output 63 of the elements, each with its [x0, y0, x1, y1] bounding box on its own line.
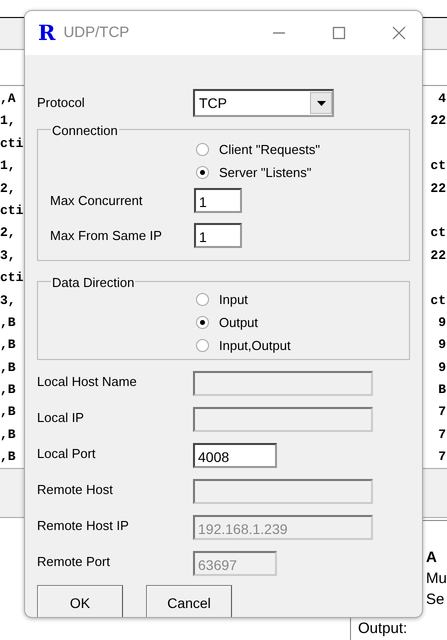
text-fragment: ct — [430, 292, 446, 310]
panel-text: Se — [425, 590, 446, 610]
cancel-button[interactable]: Cancel — [146, 585, 232, 617]
text-fragment: 7 — [438, 426, 446, 444]
field-label: Remote Port — [37, 553, 111, 571]
text-fragment: 1, — [0, 157, 16, 176]
text-fragment: 22 — [430, 180, 446, 198]
text-fragment: 4 — [438, 90, 446, 108]
field-label: Max From Same IP — [50, 226, 163, 245]
app-logo: R — [38, 19, 56, 48]
field-label: Protocol — [37, 94, 86, 112]
status-text: Output: — [357, 621, 408, 637]
radio-label[interactable]: Input,Output — [219, 336, 291, 356]
window-title: UDP/TCP — [63, 22, 130, 43]
text-fragment: 2, — [0, 180, 16, 198]
text-fragment: ,A — [0, 90, 16, 108]
radio-button[interactable] — [196, 339, 209, 352]
panel-text: Mu — [425, 569, 447, 589]
text-fragment: cti — [0, 202, 24, 220]
text-fragment: 3, — [0, 246, 16, 265]
radio-label[interactable]: Input — [219, 290, 248, 310]
input-field[interactable]: 1 — [194, 223, 242, 248]
input-field[interactable]: 1 — [194, 188, 242, 213]
input-field[interactable]: 4008 — [193, 443, 277, 468]
text-fragment: ,B — [0, 314, 16, 332]
text-fragment: ,B — [0, 403, 16, 422]
text-fragment: B — [438, 381, 446, 400]
text-fragment: 9 — [438, 314, 446, 332]
text-fragment: 7 — [438, 448, 446, 466]
protocol-dropdown[interactable]: TCP — [193, 89, 334, 117]
text-fragment: cti — [0, 269, 24, 288]
radio-button[interactable] — [196, 166, 209, 179]
field-label: Remote Host — [37, 481, 114, 499]
text-fragment: ct — [430, 157, 446, 176]
field-label: Local Host Name — [37, 373, 138, 391]
radio-label[interactable]: Output — [219, 312, 258, 332]
text-fragment: ,B — [0, 336, 16, 354]
field-label: Local Port — [37, 445, 97, 463]
radio-button[interactable] — [196, 316, 209, 329]
radio-button[interactable] — [196, 293, 209, 306]
caret-icon — [316, 100, 326, 106]
text-fragment: 22 — [430, 112, 446, 130]
panel-text: A — [425, 548, 438, 568]
text-fragment: 7 — [438, 403, 446, 422]
text-fragment: ,B — [0, 381, 16, 400]
text-fragment: ct — [430, 224, 446, 242]
text-fragment: ,B — [0, 426, 16, 444]
radio-label[interactable]: Client "Requests" — [219, 140, 320, 160]
text-fragment: ,B — [0, 448, 16, 466]
radio-button[interactable] — [196, 143, 209, 156]
field-label: Max Concurrent — [50, 192, 144, 210]
text-fragment: cti — [0, 134, 24, 153]
text-fragment: 2, — [0, 224, 16, 242]
field-label: Local IP — [37, 409, 85, 427]
field-label: Remote Host IP — [37, 517, 130, 535]
text-fragment: 9 — [438, 358, 446, 377]
radio-label[interactable]: Server "Listens" — [219, 162, 312, 182]
text-fragment: ,B — [0, 358, 16, 377]
text-fragment: 22 — [430, 246, 446, 265]
text-fragment: 9 — [438, 336, 446, 354]
text-fragment: 3, — [0, 292, 16, 310]
text-fragment: 1, — [0, 112, 16, 130]
ok-button[interactable]: OK — [37, 585, 123, 617]
